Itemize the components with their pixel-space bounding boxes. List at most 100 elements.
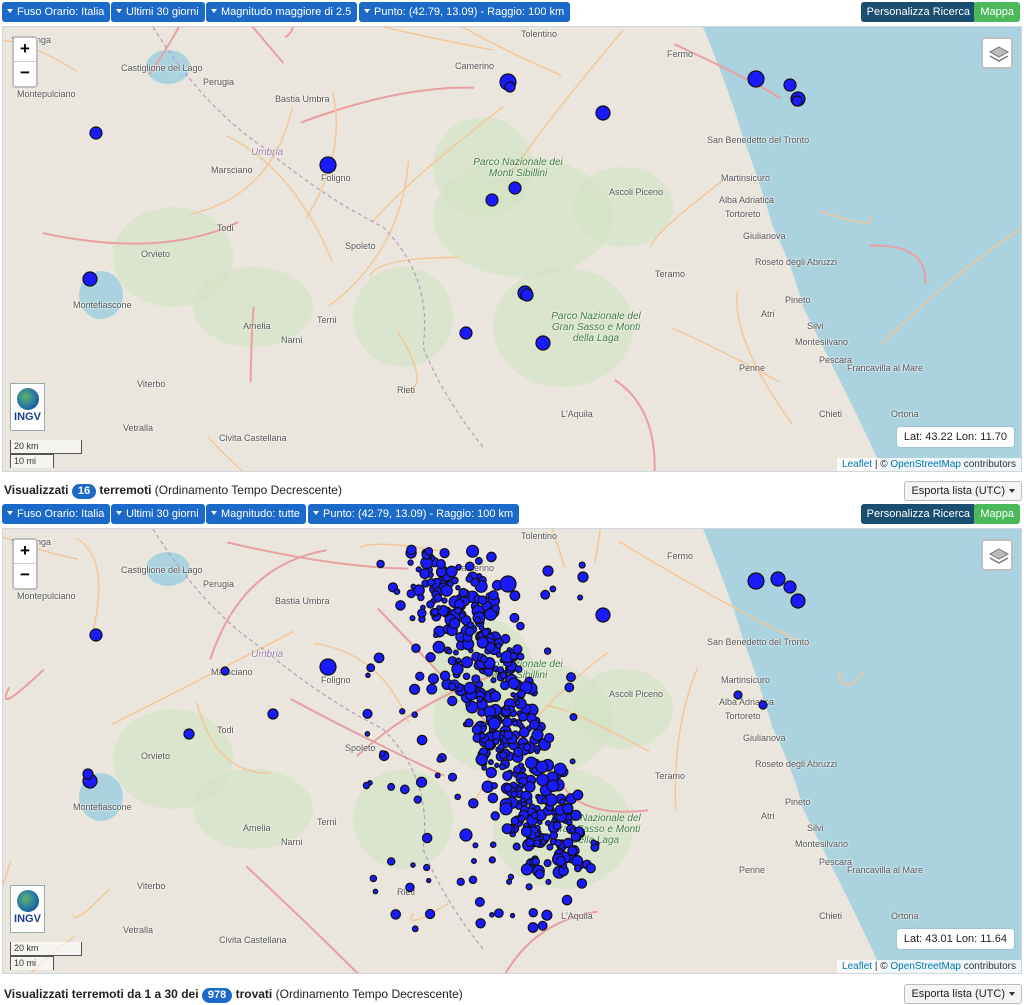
earthquake-marker[interactable]	[455, 563, 462, 571]
earthquake-marker[interactable]	[499, 671, 507, 680]
earthquake-marker[interactable]	[495, 642, 502, 650]
earthquake-marker[interactable]	[572, 789, 584, 801]
earthquake-marker[interactable]	[495, 651, 503, 658]
earthquake-marker[interactable]	[406, 544, 417, 556]
earthquake-map[interactable]: SinalungaCastiglione del LagoMontepulcia…	[2, 528, 1022, 974]
magnitude-filter-button[interactable]: Magnitudo: tutte	[206, 504, 306, 524]
earthquake-marker[interactable]	[373, 652, 385, 664]
export-list-button[interactable]: Esporta lista (UTC)	[904, 481, 1022, 501]
earthquake-marker[interactable]	[426, 578, 436, 587]
earthquake-marker[interactable]	[531, 728, 544, 742]
earthquake-marker[interactable]	[508, 181, 522, 195]
earthquake-marker[interactable]	[513, 746, 524, 758]
earthquake-marker[interactable]	[490, 782, 498, 790]
earthquake-marker[interactable]	[554, 839, 562, 847]
earthquake-marker[interactable]	[563, 837, 574, 849]
earthquake-marker[interactable]	[542, 833, 551, 842]
earthquake-marker[interactable]	[479, 732, 486, 740]
earthquake-marker[interactable]	[507, 873, 515, 881]
earthquake-marker[interactable]	[477, 595, 488, 605]
earthquake-marker[interactable]	[509, 652, 518, 661]
earthquake-marker[interactable]	[500, 680, 510, 691]
earthquake-marker[interactable]	[399, 784, 410, 795]
earthquake-marker[interactable]	[481, 628, 490, 637]
layers-button[interactable]	[981, 37, 1013, 69]
earthquake-marker[interactable]	[456, 877, 465, 887]
earthquake-marker[interactable]	[512, 842, 521, 851]
earthquake-marker[interactable]	[460, 656, 473, 669]
earthquake-marker[interactable]	[577, 571, 589, 583]
earthquake-marker[interactable]	[783, 580, 797, 594]
earthquake-marker[interactable]	[569, 827, 576, 834]
earthquake-marker[interactable]	[267, 708, 279, 720]
earthquake-marker[interactable]	[468, 875, 478, 885]
earthquake-marker[interactable]	[504, 81, 516, 93]
earthquake-marker[interactable]	[492, 738, 500, 745]
earthquake-marker[interactable]	[421, 832, 433, 844]
earthquake-marker[interactable]	[395, 600, 406, 611]
earthquake-marker[interactable]	[82, 768, 94, 780]
earthquake-marker[interactable]	[439, 670, 451, 682]
earthquake-marker[interactable]	[516, 621, 525, 631]
leaflet-link[interactable]: Leaflet	[842, 459, 872, 470]
earthquake-marker[interactable]	[511, 719, 519, 727]
earthquake-marker[interactable]	[435, 559, 446, 570]
earthquake-marker[interactable]	[499, 751, 508, 760]
earthquake-marker[interactable]	[417, 593, 425, 602]
earthquake-marker[interactable]	[488, 856, 496, 864]
earthquake-marker[interactable]	[466, 544, 480, 558]
earthquake-marker[interactable]	[463, 681, 477, 695]
earthquake-marker[interactable]	[475, 918, 486, 929]
earthquake-marker[interactable]	[411, 643, 421, 654]
earthquake-marker[interactable]	[533, 839, 542, 848]
earthquake-marker[interactable]	[546, 779, 560, 793]
earthquake-marker[interactable]	[499, 802, 513, 816]
earthquake-marker[interactable]	[576, 878, 588, 889]
earthquake-marker[interactable]	[89, 628, 103, 642]
timezone-filter-button[interactable]: Fuso Orario: Italia	[2, 504, 111, 524]
earthquake-marker[interactable]	[474, 557, 483, 565]
earthquake-marker[interactable]	[427, 673, 439, 685]
layers-button[interactable]	[981, 539, 1013, 571]
earthquake-marker[interactable]	[520, 826, 533, 838]
earthquake-marker[interactable]	[436, 605, 442, 611]
earthquake-marker[interactable]	[559, 798, 566, 806]
earthquake-marker[interactable]	[544, 732, 555, 744]
earthquake-marker[interactable]	[415, 671, 425, 681]
earthquake-marker[interactable]	[569, 713, 578, 722]
earthquake-marker[interactable]	[474, 897, 485, 908]
earthquake-marker[interactable]	[585, 863, 596, 874]
earthquake-marker[interactable]	[791, 95, 803, 107]
earthquake-marker[interactable]	[577, 594, 584, 601]
map-view-button[interactable]: Mappa	[974, 2, 1020, 22]
earthquake-marker[interactable]	[455, 585, 461, 591]
earthquake-marker[interactable]	[527, 922, 539, 933]
earthquake-marker[interactable]	[518, 726, 530, 738]
earthquake-marker[interactable]	[448, 772, 458, 782]
earthquake-marker[interactable]	[426, 877, 432, 884]
earthquake-marker[interactable]	[486, 551, 497, 563]
earthquake-marker[interactable]	[458, 587, 469, 598]
earthquake-marker[interactable]	[362, 708, 373, 719]
earthquake-marker[interactable]	[595, 105, 611, 121]
earthquake-marker[interactable]	[409, 615, 416, 622]
earthquake-marker[interactable]	[447, 695, 458, 707]
earthquake-marker[interactable]	[546, 843, 554, 851]
leaflet-link[interactable]: Leaflet	[842, 961, 872, 972]
earthquake-marker[interactable]	[426, 683, 438, 695]
earthquake-marker[interactable]	[520, 863, 534, 876]
earthquake-marker[interactable]	[423, 863, 431, 872]
earthquake-marker[interactable]	[89, 126, 103, 140]
earthquake-marker[interactable]	[183, 728, 195, 740]
earthquake-marker[interactable]	[525, 883, 533, 891]
earthquake-marker[interactable]	[489, 690, 502, 703]
earthquake-marker[interactable]	[451, 662, 464, 676]
earthquake-marker[interactable]	[758, 700, 768, 710]
earthquake-marker[interactable]	[509, 590, 521, 602]
personalize-search-button[interactable]: Personalizza Ricerca	[860, 2, 976, 22]
earthquake-marker[interactable]	[543, 859, 552, 868]
earthquake-marker[interactable]	[426, 600, 435, 609]
earthquake-marker[interactable]	[497, 743, 505, 751]
earthquake-marker[interactable]	[448, 617, 461, 630]
earthquake-marker[interactable]	[405, 882, 415, 893]
